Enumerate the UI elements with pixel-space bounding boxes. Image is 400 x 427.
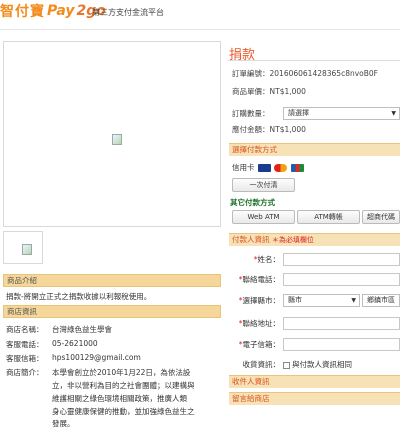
product-intro-text: 捐款-將開立正式之捐款收據以利報稅使用。 <box>6 292 152 301</box>
address-input[interactable] <box>283 317 400 330</box>
visa-icon <box>257 164 271 172</box>
jcb-icon <box>290 164 304 172</box>
quantity-select-value: 請選擇 <box>288 109 309 117</box>
atm-transfer-button[interactable]: ATM轉帳 <box>297 210 360 224</box>
payment-method-header: 選擇付款方式 <box>229 143 400 156</box>
order-number-label: 訂單編號： <box>232 69 270 78</box>
credit-card-label: 信用卡 <box>232 163 255 172</box>
payer-info-title: 付款人資訊 <box>232 235 270 244</box>
credit-card-row: 信用卡 <box>232 162 304 173</box>
quantity-label: 訂購數量： <box>232 109 270 118</box>
chevron-down-icon: ▼ <box>391 110 396 117</box>
shop-name-value: 台灣綠色益生學會 <box>52 325 112 334</box>
logo-chinese: 智付寶 <box>0 4 45 20</box>
pay2go-logo[interactable]: 智付寶 Pay 2go <box>0 1 106 21</box>
district-select-value: 鄉鎮市區 <box>367 296 395 304</box>
title-divider <box>228 60 400 61</box>
shop-intro-line: 身心靈健康保健的推動，並加強綠色益生之 <box>52 407 195 416</box>
shop-info-header: 商店資訊 <box>3 305 221 318</box>
city-label: *選擇縣市： <box>238 296 280 305</box>
name-input[interactable] <box>283 253 400 266</box>
cvs-code-button[interactable]: 超商代碼 <box>362 210 400 224</box>
order-number: 訂單編號：201606061428365c8nvoB0F <box>232 68 378 79</box>
top-bar: 智付寶 Pay 2go 第三方支付金流平台 <box>0 0 400 30</box>
email-label: *電子信箱： <box>238 340 280 349</box>
email-input[interactable] <box>283 338 400 351</box>
same-as-option[interactable]: 與付款人資訊相同 <box>283 355 352 374</box>
phone-input[interactable] <box>283 273 400 286</box>
broken-image-icon <box>22 244 32 255</box>
same-as-row: 收貨資訊： 與付款人資訊相同 <box>229 355 400 374</box>
unit-price-label: 商品單價： <box>232 87 270 96</box>
city-row: *選擇縣市： 縣市 ▼ 鄉鎮市區 <box>229 291 400 310</box>
phone-label: *聯絡電話： <box>238 275 280 284</box>
order-number-value: 201606061428365c8nvoB0F <box>269 69 378 78</box>
shop-email-label: 客服信箱： <box>6 354 44 363</box>
shop-name-label: 商店名稱： <box>6 325 44 334</box>
broken-image-icon <box>112 134 122 145</box>
product-intro-header: 商品介紹 <box>3 274 221 287</box>
same-as-checkbox[interactable] <box>283 361 290 369</box>
recipient-info-header: 收件人資訊 <box>229 375 400 388</box>
product-image-frame <box>3 41 221 227</box>
phone-row: *聯絡電話： <box>229 270 400 289</box>
required-hint: ＊為必填欄位 <box>271 236 314 244</box>
logo-pay: Pay <box>47 3 75 19</box>
shop-phone-label: 客服電話： <box>6 340 44 349</box>
tagline: 第三方支付金流平台 <box>92 8 164 17</box>
shop-intro-line: 維護相關之綠色環境相關政策，推廣人類 <box>52 394 187 403</box>
name-row: *姓名： <box>229 250 400 269</box>
city-select-value: 縣市 <box>288 296 302 304</box>
same-as-label: 收貨資訊： <box>242 360 281 369</box>
address-row: *聯絡地址： <box>229 314 400 333</box>
unit-price-value: NT$1,000 <box>269 87 306 96</box>
payer-info-header: 付款人資訊 ＊為必填欄位 <box>229 233 400 246</box>
chevron-down-icon: ▼ <box>351 297 356 304</box>
message-header: 留言給商店 <box>229 392 400 405</box>
email-row: *電子信箱： <box>229 335 400 354</box>
district-select[interactable]: 鄉鎮市區 <box>362 294 400 307</box>
shop-email-value[interactable]: hps100129@gmail.com <box>52 353 141 362</box>
shop-intro-line: 本學會創立於2010年1月22日，為依法設 <box>52 368 191 377</box>
quantity-select[interactable]: 請選擇 ▼ <box>283 107 400 120</box>
total-amount-value: NT$1,000 <box>269 125 306 134</box>
shop-phone-value: 05-2621000 <box>52 339 98 348</box>
name-label: *姓名： <box>253 255 280 264</box>
total-amount-label: 應付金額： <box>232 125 270 134</box>
city-select[interactable]: 縣市 ▼ <box>283 294 360 307</box>
webatm-button[interactable]: Web ATM <box>232 210 295 224</box>
same-as-text: 與付款人資訊相同 <box>292 360 352 369</box>
mastercard-icon <box>274 164 288 172</box>
unit-price: 商品單價：NT$1,000 <box>232 86 306 97</box>
other-methods-label: 其它付款方式 <box>230 198 275 207</box>
shop-intro-label: 商店簡介： <box>6 368 44 377</box>
one-time-payment-button[interactable]: 一次付清 <box>232 178 295 192</box>
shop-intro-line: 發展。 <box>52 419 75 427</box>
address-label: *聯絡地址： <box>238 319 280 328</box>
product-thumbnail[interactable] <box>3 231 43 264</box>
shop-intro-line: 立，非以營利為目的之社會團體；以建構與 <box>52 381 195 390</box>
total-amount: 應付金額：NT$1,000 <box>232 124 306 135</box>
